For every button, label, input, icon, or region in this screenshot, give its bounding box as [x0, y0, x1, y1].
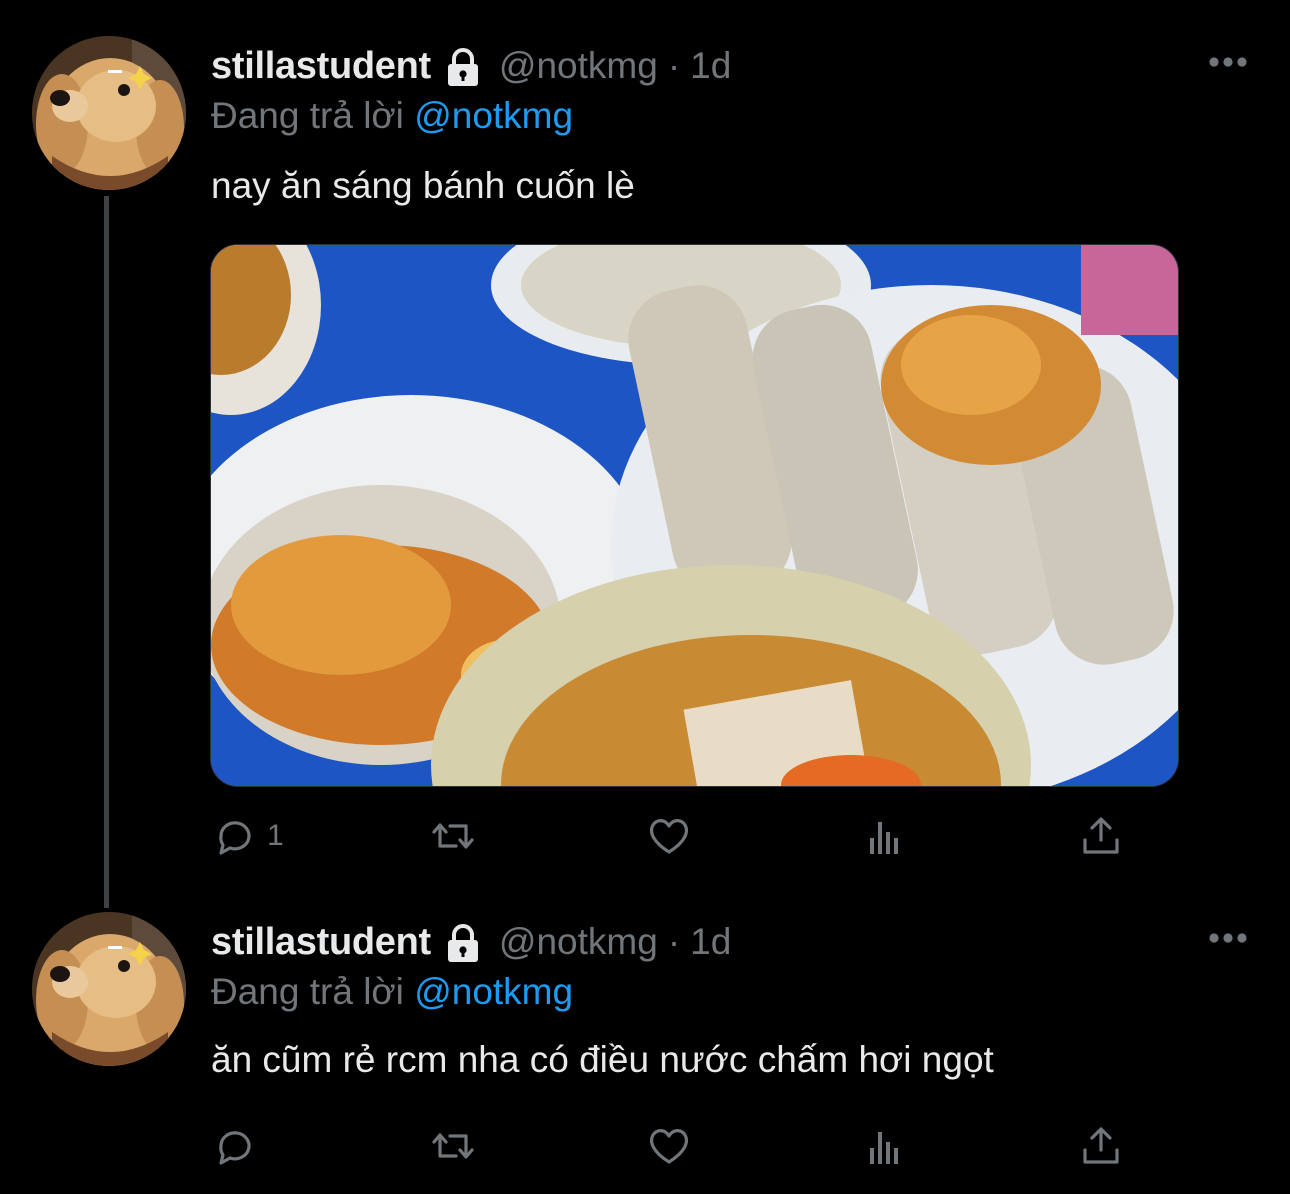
views-button[interactable] — [861, 1116, 909, 1176]
tweet[interactable]: stillastudent @notkmg · 1d Đang trả lời … — [0, 0, 1290, 908]
handle[interactable]: @notkmg — [499, 921, 658, 963]
lock-icon — [445, 924, 480, 964]
tweet-photo[interactable] — [210, 244, 1179, 787]
tweet-header: stillastudent @notkmg · 1d — [211, 917, 731, 967]
thread-line — [104, 196, 109, 908]
avatar[interactable] — [32, 36, 186, 190]
avatar[interactable] — [32, 912, 186, 1066]
action-bar — [211, 1116, 1141, 1176]
replying-to: Đang trả lời @notkmg — [211, 95, 573, 137]
lock-icon — [445, 48, 480, 88]
reply-mention-link[interactable]: @notkmg — [414, 95, 573, 136]
timestamp[interactable]: 1d — [690, 921, 731, 963]
reply-icon — [219, 1131, 251, 1165]
heart-icon — [649, 819, 689, 854]
like-button[interactable] — [645, 1116, 693, 1176]
more-icon[interactable] — [1207, 55, 1249, 69]
action-bar: 1 — [211, 806, 1141, 866]
tweet-text: ăn cũm rẻ rcm nha có điều nước chấm hơi … — [211, 1039, 994, 1080]
share-button[interactable] — [1077, 806, 1125, 866]
tweet-header: stillastudent @notkmg · 1d — [211, 41, 731, 91]
more-icon[interactable] — [1207, 931, 1249, 945]
share-icon — [1083, 817, 1119, 854]
timestamp[interactable]: 1d — [690, 45, 731, 87]
share-button[interactable] — [1077, 1116, 1125, 1176]
reply-prefix: Đang trả lời — [211, 971, 404, 1012]
like-button[interactable] — [645, 806, 693, 866]
retweet-icon — [432, 1133, 474, 1159]
display-name[interactable]: stillastudent — [211, 45, 431, 88]
heart-icon — [649, 1129, 689, 1164]
replying-to: Đang trả lời @notkmg — [211, 971, 573, 1013]
analytics-icon — [870, 1132, 898, 1164]
reply-button[interactable] — [211, 1116, 267, 1176]
views-button[interactable] — [861, 806, 909, 866]
tweet[interactable]: stillastudent @notkmg · 1d Đang trả lời … — [0, 905, 1290, 1194]
tweet-text: nay ăn sáng bánh cuốn lè — [211, 165, 635, 206]
retweet-button[interactable] — [429, 1116, 477, 1176]
analytics-icon — [870, 822, 898, 854]
reply-mention-link[interactable]: @notkmg — [414, 971, 573, 1012]
reply-button[interactable]: 1 — [211, 806, 284, 866]
retweet-button[interactable] — [429, 806, 477, 866]
reply-prefix: Đang trả lời — [211, 95, 404, 136]
separator: · — [667, 921, 681, 962]
separator: · — [667, 45, 681, 86]
share-icon — [1083, 1127, 1119, 1164]
reply-icon — [219, 821, 251, 855]
retweet-icon — [432, 823, 474, 849]
display-name[interactable]: stillastudent — [211, 921, 431, 964]
handle[interactable]: @notkmg — [499, 45, 658, 87]
reply-count: 1 — [267, 819, 284, 852]
